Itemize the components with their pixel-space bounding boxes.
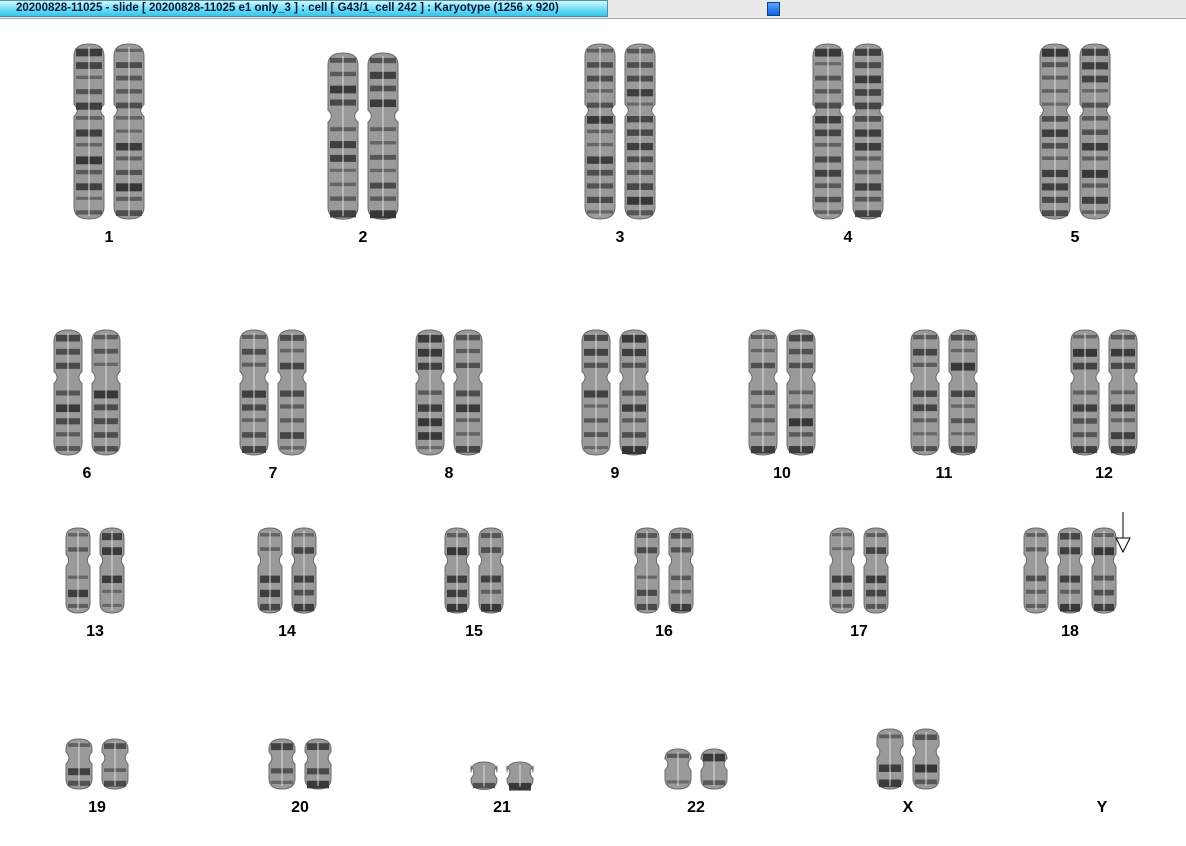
chromatid-pair <box>1108 329 1138 456</box>
scroll-thumb[interactable] <box>767 2 780 16</box>
chromosome-label: 7 <box>268 465 278 482</box>
chromosome-2-image[interactable] <box>323 48 403 224</box>
chromatid-pair <box>304 738 332 790</box>
chromosome-X-image[interactable] <box>872 724 944 794</box>
chromosome-label: 21 <box>493 799 511 816</box>
chromatid-pair <box>91 329 121 456</box>
chromatid-pair <box>470 760 498 790</box>
chromatid-pair <box>668 527 694 614</box>
chromosome-label: 22 <box>687 799 705 816</box>
chromosome-20-image[interactable] <box>264 734 336 794</box>
chromatid-pair <box>948 329 978 456</box>
karyotype-panel: 1 2 3 4 5 6 7 8 9 10 11 12 13 14 15 16 17 18 19 20 21 22 X Y <box>0 19 1186 846</box>
chromosome-label: Y <box>1096 799 1108 816</box>
chromatid-pair <box>257 527 283 614</box>
chromatid-pair <box>478 527 504 614</box>
chromatid-pair <box>53 329 83 456</box>
chromosome-label: 3 <box>615 229 625 246</box>
chromosome-6-image[interactable] <box>49 325 125 460</box>
chromosome-label: 11 <box>935 465 953 482</box>
chromatid-pair <box>1023 527 1049 614</box>
chromatid-pair <box>277 329 307 456</box>
chromatid-pair <box>367 52 399 220</box>
chromosome-label: 13 <box>86 623 104 640</box>
chromatid-pair <box>99 527 125 614</box>
chromosome-1-image[interactable] <box>69 39 149 224</box>
chromatid-pair <box>863 527 889 614</box>
chromosome-label: 16 <box>655 623 673 640</box>
chromatid-pair <box>876 728 904 790</box>
chromosome-19-image[interactable] <box>61 734 133 794</box>
chromatid-pair <box>65 738 93 790</box>
chromatid-pair <box>584 43 616 220</box>
chromatid-pair <box>1039 43 1071 220</box>
chromosome-11-image[interactable] <box>906 325 982 460</box>
chromatid-pair <box>700 748 728 790</box>
chromosome-13-image[interactable] <box>61 523 129 618</box>
chromatid-pair <box>664 748 692 790</box>
chromatid-pair <box>1057 527 1083 614</box>
chromosome-7-image[interactable] <box>235 325 311 460</box>
chromatid-pair <box>506 760 534 791</box>
chromosome-16-image[interactable] <box>630 523 698 618</box>
down-arrow-icon <box>1115 512 1131 554</box>
chromosome-label: 4 <box>843 229 853 246</box>
chromatid-pair <box>268 738 296 790</box>
chromosome-label: 5 <box>1070 229 1080 246</box>
chromosome-3-image[interactable] <box>580 39 660 224</box>
chromatid-pair <box>634 527 660 614</box>
chromatid-pair <box>113 43 145 220</box>
chromosome-label: 10 <box>773 465 791 482</box>
chromatid-pair <box>453 329 483 456</box>
chromosome-9-image[interactable] <box>577 325 653 460</box>
chromosome-label: X <box>902 799 914 816</box>
chromatid-pair <box>910 329 940 456</box>
window-title[interactable]: 20200828-11025 - slide [ 20200828-11025 … <box>0 0 608 17</box>
chromosome-label: 2 <box>358 229 368 246</box>
chromatid-pair <box>1079 43 1111 220</box>
chromosome-14-image[interactable] <box>253 523 321 618</box>
chromosome-17-image[interactable] <box>825 523 893 618</box>
chromosome-label: 17 <box>850 623 868 640</box>
chromosome-label: 1 <box>104 229 114 246</box>
chromosome-15-image[interactable] <box>440 523 508 618</box>
chromatid-pair <box>65 527 91 614</box>
chromosome-label: 15 <box>465 623 483 640</box>
chromatid-pair <box>581 329 611 456</box>
chromosome-label: 9 <box>610 465 620 482</box>
chromatid-pair <box>291 527 317 614</box>
chromosome-label: 8 <box>444 465 454 482</box>
chromosome-18-image[interactable] <box>1019 523 1121 618</box>
chromatid-pair <box>812 43 844 220</box>
chromatid-pair <box>415 329 445 456</box>
chromosome-label: 12 <box>1095 465 1113 482</box>
chromosome-5-image[interactable] <box>1035 39 1115 224</box>
chromosome-12-image[interactable] <box>1066 325 1142 460</box>
chromatid-pair <box>73 43 105 220</box>
chromatid-pair <box>239 329 269 456</box>
chromatid-pair <box>101 738 129 790</box>
chromosome-21-image[interactable] <box>466 757 538 795</box>
chromatid-pair <box>748 329 778 456</box>
chromosome-10-image[interactable] <box>744 325 820 460</box>
chromatid-pair <box>624 43 656 220</box>
chromosome-label: 14 <box>278 623 296 640</box>
chromosome-4-image[interactable] <box>808 39 888 224</box>
chromosome-22-image[interactable] <box>660 744 732 794</box>
chromatid-pair <box>444 527 470 614</box>
chromatid-pair <box>829 527 855 614</box>
chromosome-8-image[interactable] <box>411 325 487 460</box>
chromatid-pair <box>912 728 940 790</box>
chromosome-label: 6 <box>82 465 92 482</box>
chromosome-label: 18 <box>1061 623 1079 640</box>
chromosome-label: 20 <box>291 799 309 816</box>
chromatid-pair <box>852 43 884 220</box>
title-bar: 20200828-11025 - slide [ 20200828-11025 … <box>0 0 1186 19</box>
chromosome-label: 19 <box>88 799 106 816</box>
chromatid-pair <box>786 329 816 456</box>
chromatid-pair <box>1070 329 1100 456</box>
chromatid-pair <box>327 52 359 220</box>
chromatid-pair <box>619 329 649 456</box>
